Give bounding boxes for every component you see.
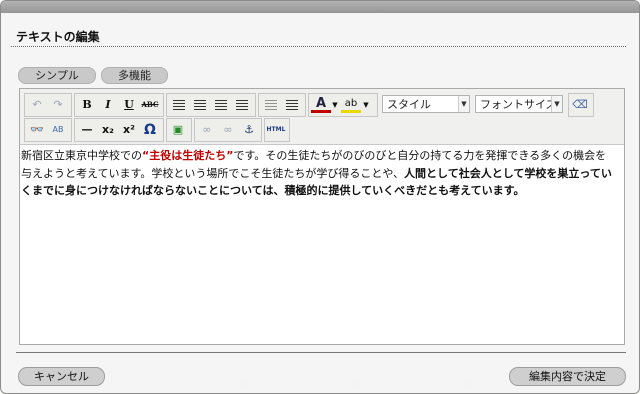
toolbar-row-2: 👓 AB — x₂ x² Ω ▣ ∞ ∞ ⚓ HTML bbox=[24, 118, 620, 142]
underline-button[interactable]: U bbox=[124, 98, 134, 111]
source-group: HTML bbox=[264, 118, 290, 142]
special-char-button[interactable]: Ω bbox=[140, 121, 160, 139]
outdent-icon bbox=[265, 100, 277, 110]
redo-icon: ↷ bbox=[53, 98, 63, 111]
indent-icon bbox=[286, 100, 298, 110]
font-size-select-value: フォントサイズ bbox=[480, 98, 557, 111]
html-source-button[interactable]: HTML bbox=[266, 121, 286, 139]
color-group: A ▼ ab ▼ bbox=[308, 93, 378, 117]
find-button[interactable]: 👓 bbox=[27, 121, 47, 139]
redo-button[interactable]: ↷ bbox=[48, 96, 68, 114]
align-right-button[interactable] bbox=[211, 96, 231, 114]
font-size-select[interactable]: フォントサイズ ▼ bbox=[475, 95, 563, 113]
align-justify-button[interactable] bbox=[232, 96, 252, 114]
image-group: ▣ bbox=[166, 118, 192, 142]
superscript-button[interactable]: x² bbox=[119, 121, 139, 139]
binoculars-icon: 👓 bbox=[30, 123, 44, 136]
indent-button[interactable] bbox=[282, 96, 302, 114]
simple-mode-button[interactable]: シンプル bbox=[18, 67, 96, 84]
align-center-button[interactable] bbox=[190, 96, 210, 114]
anchor-button[interactable]: ⚓ bbox=[239, 121, 259, 139]
edit-text-dialog: テキストの編集 シンプル 多機能 ↶ ↷ B I U ABC A ▼ ab ▼ … bbox=[0, 0, 640, 394]
cancel-button[interactable]: キャンセル bbox=[18, 367, 105, 386]
content-emphasis: “主役は生徒たち” bbox=[142, 149, 234, 162]
dialog-titlebar[interactable] bbox=[1, 1, 639, 13]
replace-icon: AB bbox=[52, 125, 64, 134]
align-left-button[interactable] bbox=[169, 96, 189, 114]
unlink-icon: ∞ bbox=[223, 123, 233, 136]
search-group: 👓 AB bbox=[24, 118, 72, 142]
editor-content-area[interactable]: 新宿区立東京中学校での“主役は生徒たち”です。その生徒たちがのびのびと自分の持て… bbox=[21, 147, 617, 200]
link-icon: ∞ bbox=[202, 123, 212, 136]
indent-group bbox=[258, 93, 306, 117]
horizontal-rule-button[interactable]: — bbox=[77, 121, 97, 139]
toolbar-row-1: ↶ ↷ B I U ABC A ▼ ab ▼ スタイル ▼ フォントサイズ ▼ … bbox=[24, 93, 620, 117]
insert-group: — x₂ x² Ω bbox=[74, 118, 164, 142]
align-justify-icon bbox=[236, 100, 248, 110]
undo-icon: ↶ bbox=[32, 98, 42, 111]
highlight-button[interactable]: ab bbox=[341, 96, 361, 113]
history-group: ↶ ↷ bbox=[24, 93, 72, 117]
eraser-icon: ⌫ bbox=[572, 98, 588, 111]
unlink-button[interactable]: ∞ bbox=[218, 121, 238, 139]
remove-format-button[interactable]: ⌫ bbox=[570, 96, 590, 114]
editor-toolbar: ↶ ↷ B I U ABC A ▼ ab ▼ スタイル ▼ フォントサイズ ▼ … bbox=[20, 89, 624, 145]
alignment-group bbox=[166, 93, 256, 117]
chevron-down-icon: ▼ bbox=[458, 96, 469, 112]
insert-link-button[interactable]: ∞ bbox=[197, 121, 217, 139]
chevron-down-icon: ▼ bbox=[551, 96, 562, 112]
align-left-icon bbox=[173, 100, 185, 110]
bold-button[interactable]: B bbox=[82, 98, 91, 111]
outdent-button[interactable] bbox=[261, 96, 281, 114]
footer-divider bbox=[16, 352, 626, 353]
strikethrough-button[interactable]: ABC bbox=[141, 100, 158, 109]
text-color-button[interactable]: A bbox=[311, 96, 331, 113]
hr-icon: — bbox=[81, 123, 93, 136]
italic-button[interactable]: I bbox=[105, 98, 110, 111]
rich-text-editor: ↶ ↷ B I U ABC A ▼ ab ▼ スタイル ▼ フォントサイズ ▼ … bbox=[19, 88, 625, 345]
style-select-value: スタイル bbox=[387, 98, 431, 111]
cleanup-group: ⌫ bbox=[568, 93, 594, 117]
title-divider bbox=[11, 46, 626, 47]
undo-button[interactable]: ↶ bbox=[27, 96, 47, 114]
text-color-dropdown[interactable]: ▼ bbox=[331, 96, 339, 114]
link-group: ∞ ∞ ⚓ bbox=[194, 118, 262, 142]
image-icon: ▣ bbox=[172, 123, 184, 136]
align-right-icon bbox=[215, 100, 227, 110]
replace-button[interactable]: AB bbox=[48, 121, 68, 139]
highlight-dropdown[interactable]: ▼ bbox=[362, 96, 370, 114]
dialog-title: テキストの編集 bbox=[16, 30, 100, 44]
style-select[interactable]: スタイル ▼ bbox=[382, 95, 470, 113]
subscript-button[interactable]: x₂ bbox=[98, 121, 118, 139]
format-group: B I U ABC bbox=[74, 93, 164, 117]
align-center-icon bbox=[194, 100, 206, 110]
advanced-mode-button[interactable]: 多機能 bbox=[101, 67, 168, 84]
insert-image-button[interactable]: ▣ bbox=[168, 121, 188, 139]
content-text-1: 新宿区立東京中学校での bbox=[21, 149, 142, 162]
confirm-edit-button[interactable]: 編集内容で決定 bbox=[509, 367, 626, 386]
